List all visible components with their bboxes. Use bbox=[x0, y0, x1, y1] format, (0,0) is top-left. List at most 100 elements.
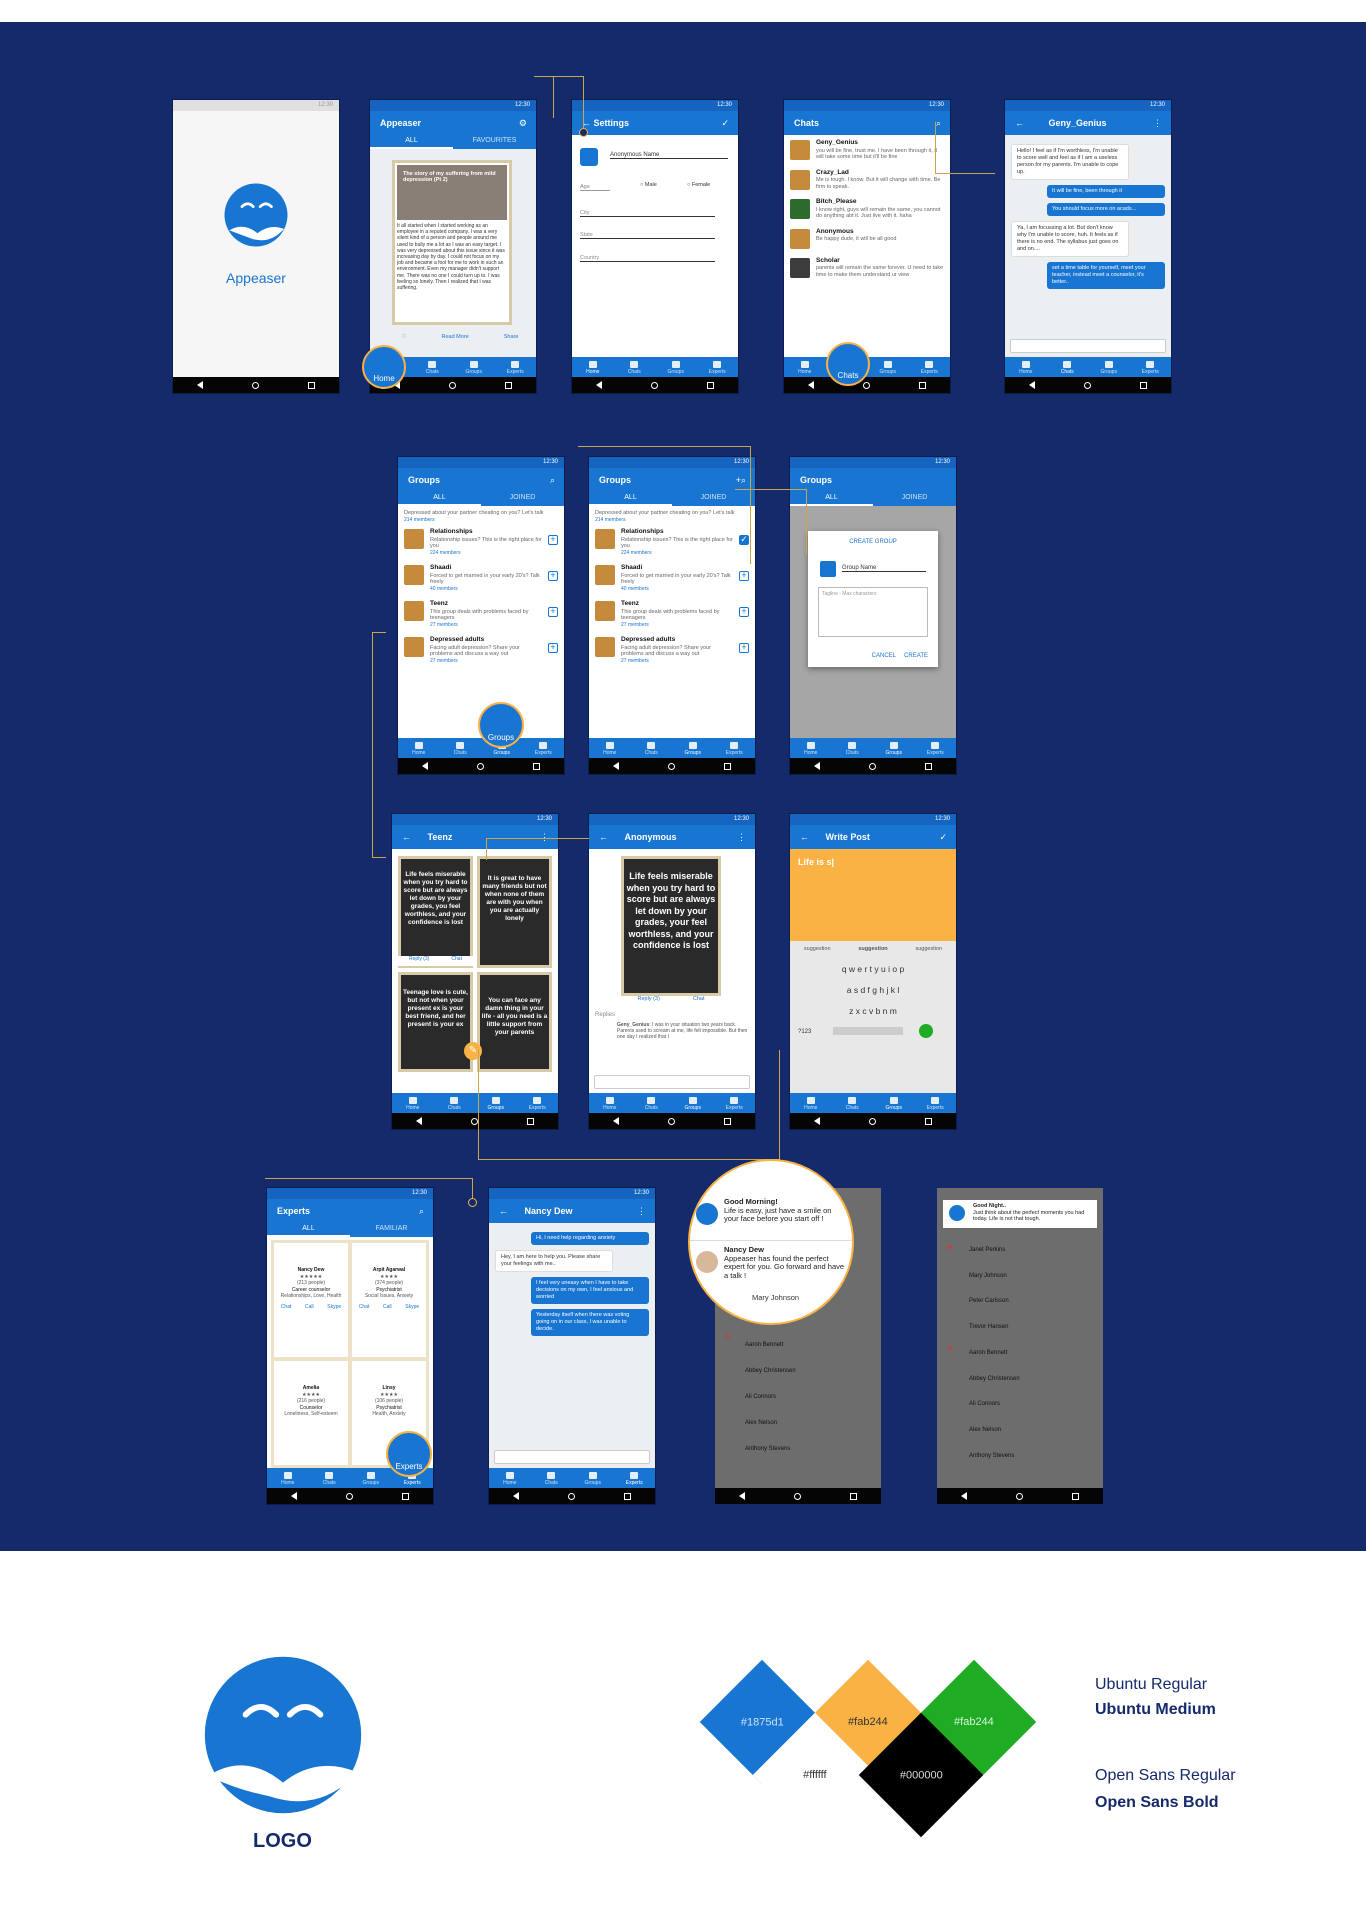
nav-groups[interactable]: Groups bbox=[453, 357, 495, 377]
back-icon[interactable] bbox=[814, 1117, 821, 1125]
gear-icon[interactable]: ⚙ bbox=[519, 111, 527, 135]
post-card[interactable]: It is great to have many friends but not… bbox=[477, 856, 552, 968]
suggestion[interactable]: suggestion bbox=[858, 942, 887, 956]
back-icon[interactable] bbox=[422, 762, 429, 770]
camera-icon[interactable] bbox=[820, 561, 836, 577]
post-card[interactable]: Life feels miserable when you try hard t… bbox=[398, 856, 473, 968]
list-item[interactable]: Teenz This group deals with problems face… bbox=[404, 600, 558, 628]
anonymous-name-field[interactable]: Anonymous Name bbox=[610, 152, 728, 159]
nav-home[interactable]: Home bbox=[790, 738, 832, 758]
check-icon[interactable]: ✓ bbox=[939, 825, 947, 849]
home-circle-icon[interactable] bbox=[1083, 381, 1091, 389]
age-field[interactable]: Age bbox=[580, 184, 610, 191]
call-action[interactable]: Call bbox=[305, 1304, 314, 1311]
recents-icon[interactable] bbox=[532, 762, 540, 770]
home-circle-icon[interactable] bbox=[650, 381, 658, 389]
keyboard-row[interactable]: z x c v b n m bbox=[790, 1001, 956, 1022]
nav-home[interactable]: Home bbox=[784, 357, 826, 377]
home-circle-icon[interactable] bbox=[251, 381, 259, 389]
list-item[interactable]: Depressed adults Facing adult depression?… bbox=[595, 636, 749, 664]
join-button[interactable]: + bbox=[739, 643, 749, 653]
read-more-link[interactable]: Read More bbox=[442, 334, 469, 340]
suggestion[interactable]: suggestion bbox=[804, 942, 831, 956]
more-icon[interactable]: ⋮ bbox=[737, 825, 746, 849]
recents-icon[interactable] bbox=[307, 381, 315, 389]
search-icon[interactable]: ⌕ bbox=[550, 468, 555, 492]
check-icon[interactable]: ✓ bbox=[721, 111, 729, 135]
feed-card[interactable]: The story of my suffering from mild depr… bbox=[392, 160, 512, 325]
nav-experts[interactable]: Experts bbox=[697, 357, 739, 377]
home-circle-icon[interactable] bbox=[1015, 1492, 1023, 1500]
home-circle-icon[interactable] bbox=[667, 762, 675, 770]
list-item[interactable]: Depressed adults Facing adult depression?… bbox=[404, 636, 558, 664]
nav-experts[interactable]: Experts bbox=[1130, 357, 1172, 377]
expert-card[interactable]: Amelia ★★★★ (216 people) Counselor Lonelines… bbox=[274, 1361, 348, 1465]
more-icon[interactable]: ⋮ bbox=[1153, 111, 1162, 135]
tab-familiar[interactable]: FAMILIAR bbox=[350, 1223, 433, 1237]
nav-home[interactable]: Home bbox=[589, 738, 631, 758]
list-item[interactable]: Geny_Genius you will be fine, trust me. I… bbox=[790, 139, 944, 161]
nav-experts[interactable]: Experts bbox=[614, 1468, 656, 1488]
keyboard[interactable]: q w e r t y u i o p a s d f g h j k l z … bbox=[790, 959, 956, 1043]
group-name-field[interactable]: Group Name bbox=[842, 565, 926, 572]
nav-home[interactable]: Home bbox=[1005, 357, 1047, 377]
nav-chats[interactable]: Chats bbox=[412, 357, 454, 377]
home-circle-icon[interactable] bbox=[470, 1117, 478, 1125]
enter-key[interactable] bbox=[919, 1024, 934, 1039]
more-icon[interactable]: ⋮ bbox=[637, 1199, 646, 1223]
home-circle-icon[interactable] bbox=[476, 762, 484, 770]
expert-card[interactable]: Nancy Dew ★★★★★ (213 people) Career counsel… bbox=[274, 1243, 348, 1358]
nav-chats[interactable]: Chats bbox=[1047, 357, 1089, 377]
nav-experts[interactable]: Experts bbox=[523, 738, 565, 758]
nav-groups[interactable]: Groups bbox=[873, 738, 915, 758]
city-field[interactable]: City bbox=[580, 210, 715, 217]
nav-chats[interactable]: Chats bbox=[832, 1093, 874, 1113]
recents-icon[interactable] bbox=[706, 381, 714, 389]
home-circle-icon[interactable] bbox=[868, 762, 876, 770]
nav-experts[interactable]: Experts bbox=[915, 738, 957, 758]
nav-chats[interactable]: Chats bbox=[631, 738, 673, 758]
tab-all[interactable]: ALL bbox=[370, 135, 453, 149]
nav-groups[interactable]: Groups bbox=[867, 357, 909, 377]
state-field[interactable]: State bbox=[580, 232, 715, 239]
nav-groups[interactable]: Groups bbox=[572, 1468, 614, 1488]
recents-icon[interactable] bbox=[918, 381, 926, 389]
back-icon[interactable] bbox=[808, 381, 815, 389]
recents-icon[interactable] bbox=[401, 1492, 409, 1500]
camera-icon[interactable] bbox=[580, 148, 598, 166]
suggestion[interactable]: suggestion bbox=[915, 942, 942, 956]
tab-all[interactable]: ALL bbox=[398, 492, 481, 506]
back-icon[interactable] bbox=[961, 1492, 968, 1500]
night-notification[interactable]: Good Night.. Just think about the perfect… bbox=[943, 1200, 1097, 1228]
expert-card[interactable]: Arpit Agarwal ★★★★ (374 people) Psychiatris… bbox=[352, 1243, 426, 1358]
recents-icon[interactable] bbox=[924, 1117, 932, 1125]
recents-icon[interactable] bbox=[623, 1492, 631, 1500]
message-input[interactable] bbox=[494, 1450, 650, 1464]
join-button[interactable]: + bbox=[548, 571, 558, 581]
recents-icon[interactable] bbox=[723, 762, 731, 770]
share-link[interactable]: Share bbox=[504, 334, 519, 340]
nav-groups[interactable]: Groups bbox=[873, 1093, 915, 1113]
back-icon[interactable] bbox=[814, 762, 821, 770]
nav-home[interactable]: Home bbox=[489, 1468, 531, 1488]
post-editor[interactable]: Life is s| bbox=[790, 849, 956, 941]
recents-icon[interactable] bbox=[1071, 1492, 1079, 1500]
chat-action[interactable]: Chat bbox=[359, 1304, 370, 1311]
tab-joined[interactable]: JOINED bbox=[481, 492, 564, 506]
back-icon[interactable] bbox=[416, 1117, 423, 1125]
search-icon[interactable]: ⌕ bbox=[419, 1199, 424, 1223]
recents-icon[interactable] bbox=[849, 1492, 857, 1500]
nav-experts[interactable]: Experts bbox=[909, 357, 951, 377]
join-button[interactable]: + bbox=[739, 571, 749, 581]
nav-groups[interactable]: Groups bbox=[1088, 357, 1130, 377]
recents-icon[interactable] bbox=[924, 762, 932, 770]
home-circle-icon[interactable] bbox=[448, 381, 456, 389]
tab-favourites[interactable]: FAVOURITES bbox=[453, 135, 536, 149]
nav-chats[interactable]: Chats bbox=[434, 1093, 476, 1113]
female-radio[interactable]: ○ Female bbox=[687, 182, 710, 188]
country-field[interactable]: Country bbox=[580, 255, 715, 262]
list-item[interactable]: Relationships Relationship issues? This i… bbox=[404, 528, 558, 556]
list-item[interactable]: Teenz This group deals with problems face… bbox=[595, 600, 749, 628]
nav-chats[interactable]: Chats bbox=[309, 1468, 351, 1488]
home-circle-icon[interactable] bbox=[868, 1117, 876, 1125]
